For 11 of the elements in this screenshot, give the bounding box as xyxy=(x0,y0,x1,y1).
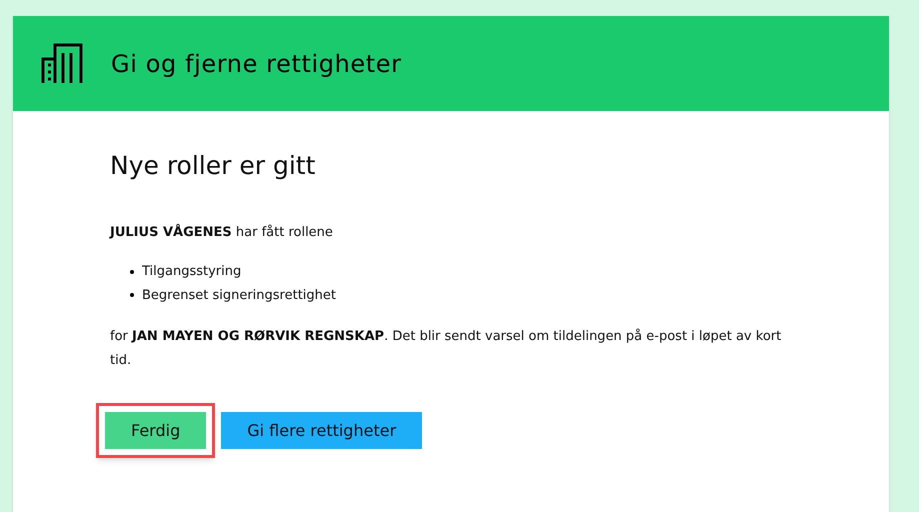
bullet-icon xyxy=(130,270,134,274)
buildings-icon xyxy=(41,42,83,84)
action-button[interactable]: Ferdig xyxy=(105,412,206,449)
note-text: for JAN MAYEN OG RØRVIK REGNSKAP. Det blir sendt varsel om tildelingen på e-post i løpet av kort tid. xyxy=(110,328,782,370)
action-button[interactable]: Gi flere rettigheter xyxy=(221,412,422,449)
heading: Nye roller er gitt xyxy=(110,150,316,182)
intro-text: JULIUS VÅGENES har fått rollene xyxy=(110,222,334,242)
role-item: Tilgangsstyring xyxy=(130,262,809,282)
role-item: Begrenset signeringsrettighet xyxy=(130,286,809,305)
header-title: Gi og fjerne rettigheter xyxy=(111,48,402,80)
bullet-icon xyxy=(130,293,134,298)
